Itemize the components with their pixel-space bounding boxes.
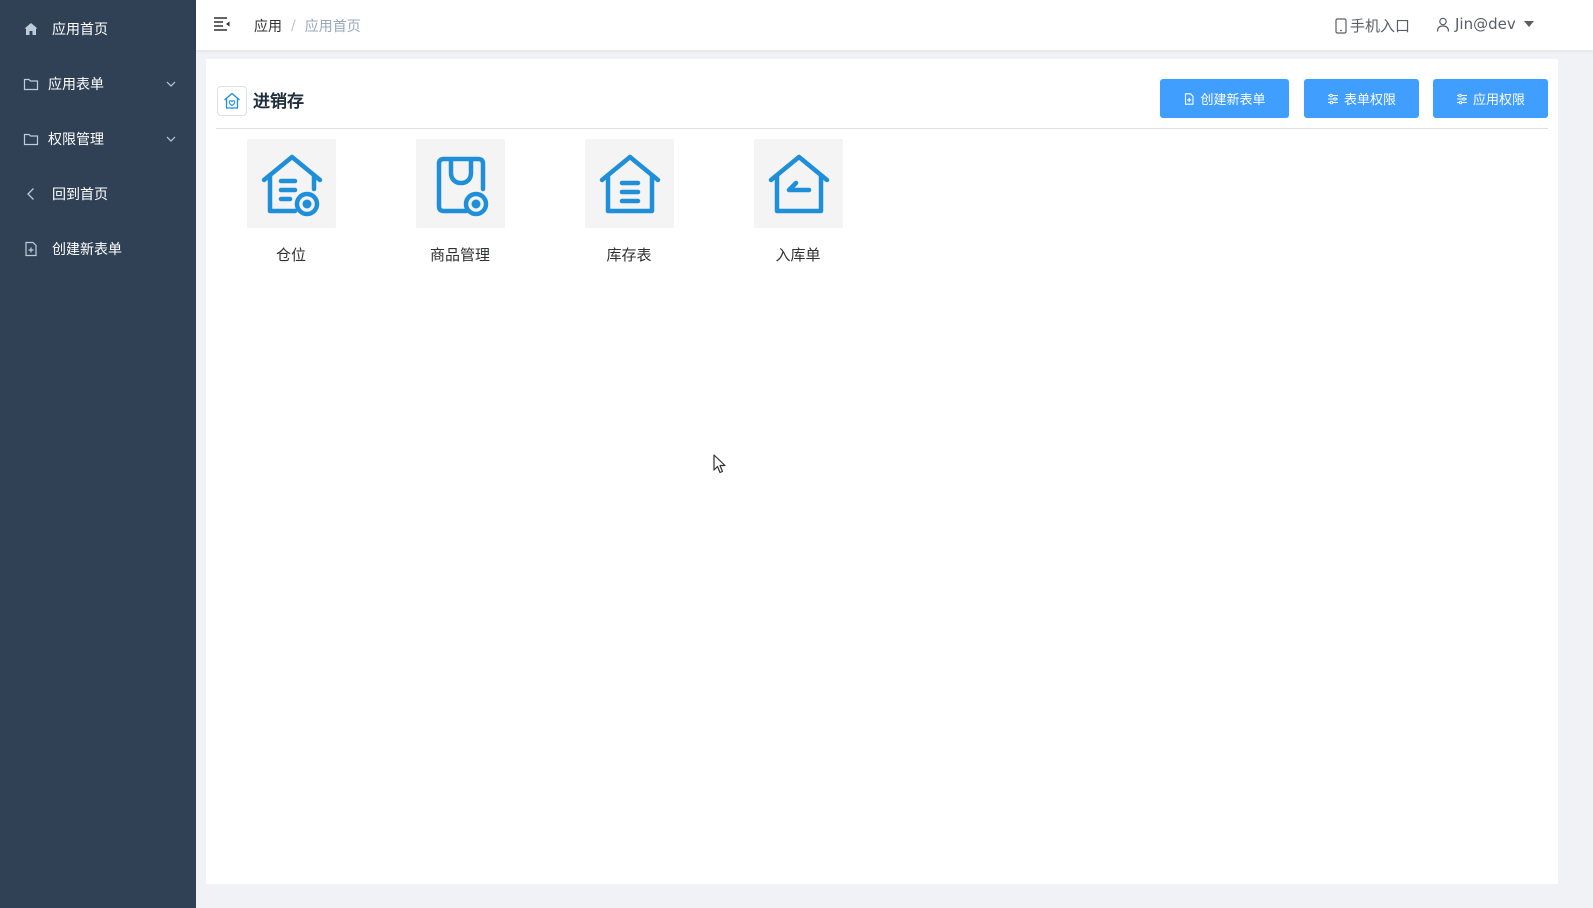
sidebar-item-label: 创建新表单 [52, 241, 122, 258]
app-tile [754, 139, 843, 228]
form-permission-label: 表单权限 [1343, 93, 1396, 108]
mobile-entry-link[interactable]: 手机入口 [1334, 15, 1410, 36]
house-heart-icon [224, 92, 240, 109]
sidebar-item-app-forms[interactable]: 应用表单 [0, 56, 196, 111]
document-add-icon [1185, 92, 1195, 105]
sidebar-item-label: 应用表单 [48, 76, 104, 93]
breadcrumb-separator: / [291, 18, 296, 34]
chevron-down-icon [166, 136, 176, 142]
app-card-name: 仓位 [275, 246, 306, 264]
app-card-name: 商品管理 [429, 246, 490, 264]
mobile-phone-icon [1335, 17, 1347, 34]
mouse-cursor-icon [713, 454, 726, 474]
house-settings-icon [261, 154, 322, 216]
app-title: 进销存 [253, 92, 304, 112]
app-permission-button[interactable]: 应用权限 [1433, 79, 1548, 118]
home-icon [23, 21, 39, 37]
main-panel: 进销存 创建新表单 表单权限 应用权限 仓位 商品管理 库存表 入库单 [206, 59, 1558, 884]
app-card-name: 库存表 [606, 246, 652, 264]
sidebar-item-label: 回到首页 [52, 186, 108, 203]
create-form-button[interactable]: 创建新表单 [1160, 79, 1289, 118]
app-card-inbound-order[interactable]: 入库单 [733, 139, 863, 269]
username: Jin@dev [1455, 15, 1516, 33]
sidebar-item-app-home[interactable]: 应用首页 [0, 1, 196, 56]
sidebar: 应用首页 应用表单 权限管理 回到首页 创建新表单 [0, 0, 196, 908]
app-card-warehouse-location[interactable]: 仓位 [226, 139, 356, 269]
sliders-icon [1327, 93, 1338, 104]
house-list-icon [599, 154, 660, 213]
sidebar-item-create-form[interactable]: 创建新表单 [0, 221, 196, 276]
app-card-inventory-table[interactable]: 库存表 [564, 139, 694, 269]
form-permission-button[interactable]: 表单权限 [1304, 79, 1419, 118]
app-permission-label: 应用权限 [1472, 93, 1525, 108]
app-card-name: 入库单 [775, 246, 821, 264]
breadcrumb: 应用 / 应用首页 [254, 16, 361, 36]
breadcrumb-item-current: 应用首页 [304, 19, 361, 35]
house-return-icon [768, 154, 829, 213]
sidebar-item-label: 应用首页 [52, 21, 108, 38]
create-form-label: 创建新表单 [1200, 93, 1266, 108]
app-card-product-management[interactable]: 商品管理 [395, 139, 525, 269]
bag-settings-icon [436, 156, 488, 216]
sidebar-item-back-home[interactable]: 回到首页 [0, 166, 196, 221]
breadcrumb-item-app[interactable]: 应用 [254, 16, 282, 36]
sliders-icon [1456, 93, 1467, 104]
top-navbar: 应用 / 应用首页 手机入口 Jin@dev [196, 0, 1593, 50]
caret-down-icon [1523, 21, 1534, 27]
app-tile [585, 139, 674, 228]
app-tile [416, 139, 505, 228]
chevron-left-icon [23, 186, 39, 202]
header-divider [216, 128, 1548, 129]
chevron-down-icon [166, 81, 176, 87]
mobile-entry-label: 手机入口 [1350, 17, 1411, 35]
folder-icon [23, 131, 39, 147]
sidebar-item-permissions[interactable]: 权限管理 [0, 111, 196, 166]
app-tile [247, 139, 336, 228]
app-logo [217, 86, 247, 116]
sidebar-item-label: 权限管理 [48, 131, 104, 148]
user-dropdown[interactable]: Jin@dev [1436, 15, 1534, 33]
folder-icon [23, 76, 39, 92]
user-icon [1436, 17, 1450, 32]
document-add-icon [23, 241, 39, 257]
menu-fold-icon[interactable] [213, 15, 231, 33]
